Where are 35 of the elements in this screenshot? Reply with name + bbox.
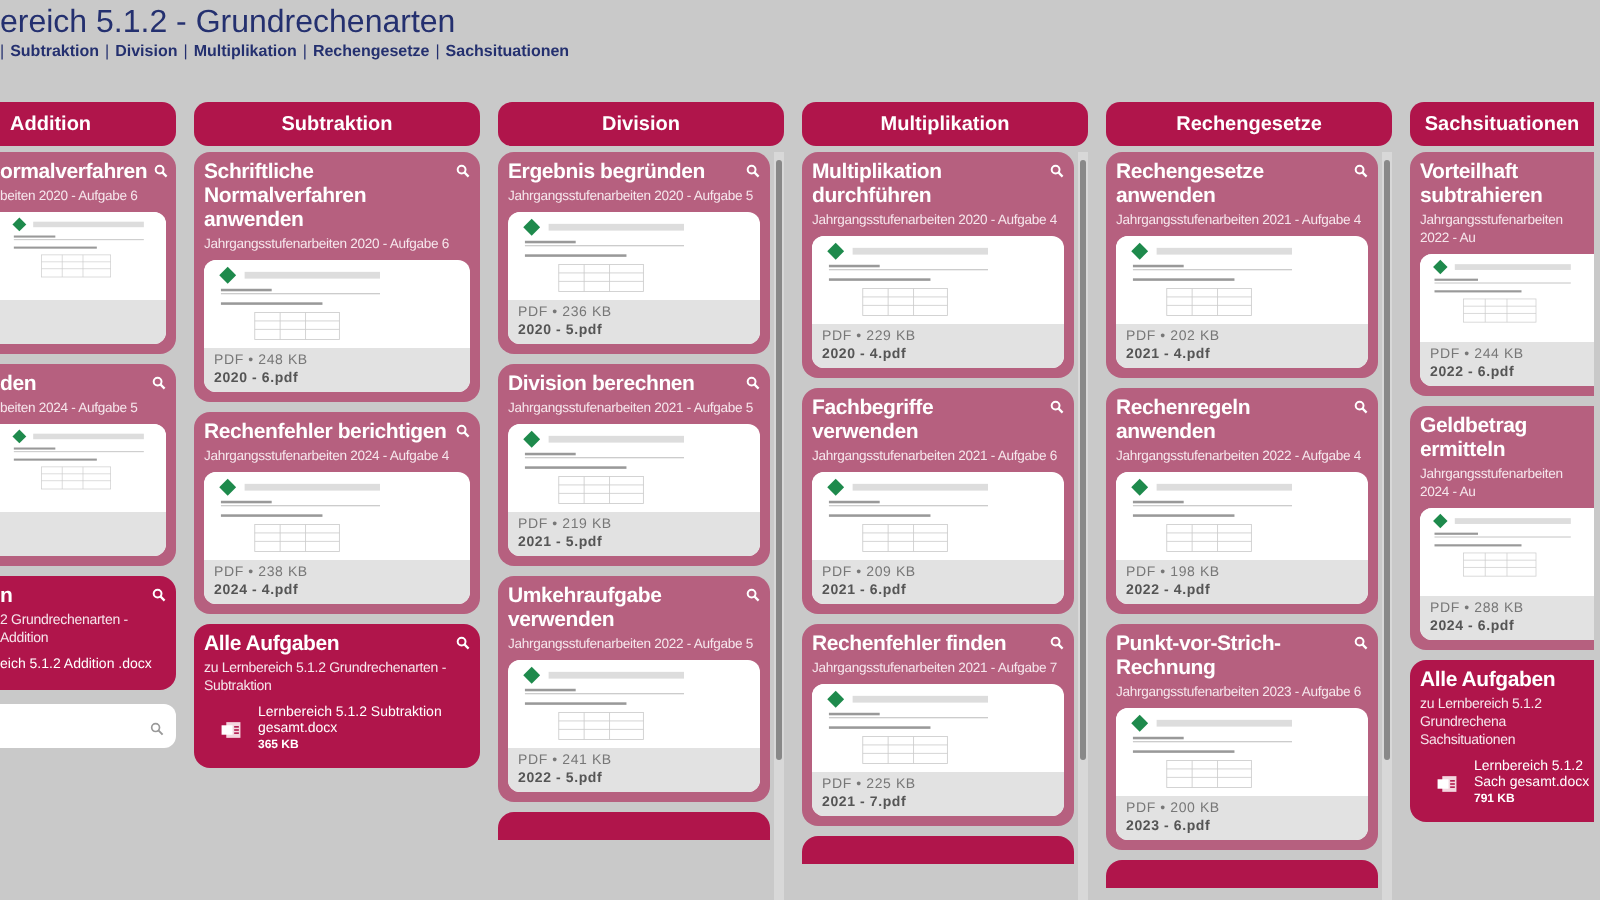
card-title: Rechenfehler berichtigen: [204, 420, 447, 444]
card-title: Rechenfehler finden: [812, 632, 1007, 656]
card-title: Fachbegriffe verwenden: [812, 396, 936, 444]
card-title: Division berechnen: [508, 372, 695, 396]
card-title: Umkehraufgabe verwenden: [508, 584, 664, 632]
breadcrumb-link[interactable]: Multiplikation: [193, 42, 297, 60]
card-title: Ergebnis begründen: [508, 160, 705, 184]
column-header[interactable]: Rechengesetze: [1106, 102, 1392, 146]
card-title: ormalverfahren: [0, 160, 148, 184]
breadcrumb-separator: |: [0, 42, 5, 60]
card-title: Vorteilhaft subtrahieren: [1420, 160, 1545, 208]
card-title: Geldbetrag ermitteln: [1420, 414, 1529, 462]
page-title: ereich 5.1.2 - Grundrechenarten: [0, 4, 458, 42]
breadcrumb-separator: |: [183, 42, 188, 60]
card-title: n: [0, 584, 13, 608]
card-title: Rechenregeln anwenden: [1116, 396, 1253, 444]
breadcrumb-link[interactable]: Subtraktion: [10, 42, 100, 60]
card-title: Schriftliche Normalverfahren anwenden: [204, 160, 369, 232]
breadcrumb-separator: |: [435, 42, 440, 60]
card-title: Multiplikation durchführen: [812, 160, 944, 208]
column-header[interactable]: Division: [498, 102, 784, 146]
breadcrumb-separator: |: [302, 42, 307, 60]
card-title: Alle Aufgaben: [204, 632, 340, 656]
card-title: Alle Aufgaben: [1420, 668, 1556, 692]
column-header[interactable]: Sachsituationen: [1410, 102, 1594, 146]
breadcrumb-link[interactable]: Division: [115, 42, 178, 60]
card-title: Rechengesetze anwenden: [1116, 160, 1266, 208]
card-title: den: [0, 372, 37, 396]
card-title: Punkt-vor-Strich-Rechnung: [1116, 632, 1283, 680]
breadcrumb-link[interactable]: Rechengesetze: [312, 42, 430, 60]
column-header[interactable]: Multiplikation: [802, 102, 1088, 146]
column-header[interactable]: Addition: [0, 102, 176, 146]
column-header[interactable]: Subtraktion: [194, 102, 480, 146]
breadcrumb-separator: |: [105, 42, 110, 60]
breadcrumb-link[interactable]: Sachsituationen: [445, 42, 570, 60]
